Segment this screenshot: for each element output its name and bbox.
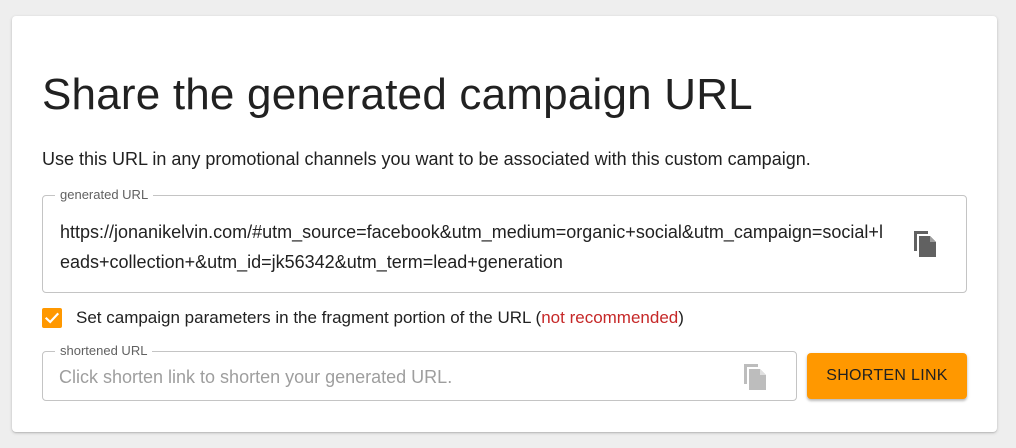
card-description: Use this URL in any promotional channels… — [42, 149, 811, 169]
fragment-option-text: Set campaign parameters in the fragment … — [76, 308, 542, 327]
copy-icon[interactable] — [911, 229, 937, 259]
fragment-checkbox[interactable] — [42, 308, 62, 328]
generated-url-label: generated URL — [55, 187, 154, 202]
shortened-url-input[interactable] — [59, 364, 729, 390]
page-title: Share the generated campaign URL — [42, 70, 753, 119]
shortened-url-field: shortened URL — [42, 343, 797, 401]
fragment-option-suffix: ) — [678, 308, 684, 327]
copy-icon-disabled[interactable] — [741, 362, 767, 392]
shorten-link-button[interactable]: SHORTEN LINK — [807, 353, 967, 399]
not-recommended-warning: not recommended — [541, 308, 679, 327]
share-url-card: Share the generated campaign URL Use thi… — [12, 16, 997, 432]
fragment-option-row: Set campaign parameters in the fragment … — [42, 306, 684, 330]
shortened-url-label: shortened URL — [55, 343, 153, 358]
check-icon — [44, 312, 60, 324]
fragment-option-label: Set campaign parameters in the fragment … — [76, 308, 684, 328]
generated-url-value[interactable]: https://jonanikelvin.com/#utm_source=fac… — [60, 217, 890, 277]
generated-url-field[interactable]: generated URL https://jonanikelvin.com/#… — [42, 187, 967, 293]
